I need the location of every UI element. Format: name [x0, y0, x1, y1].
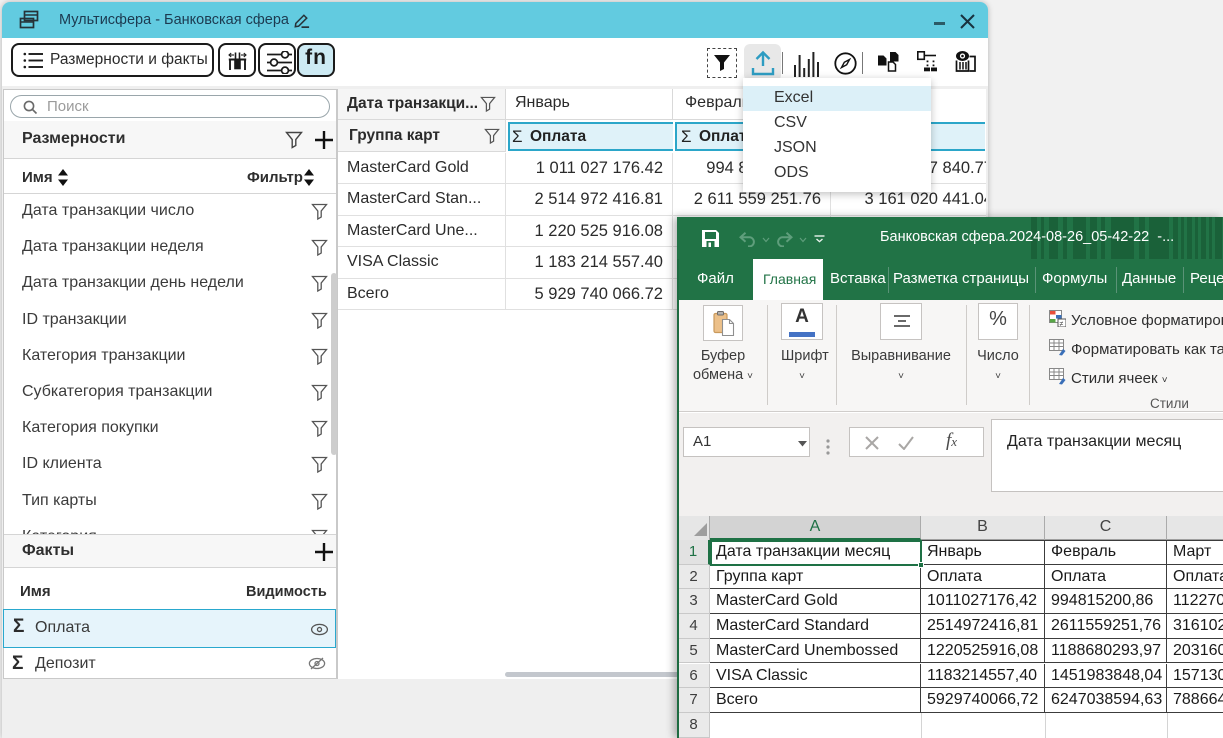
- svg-text:≠: ≠: [1060, 321, 1064, 327]
